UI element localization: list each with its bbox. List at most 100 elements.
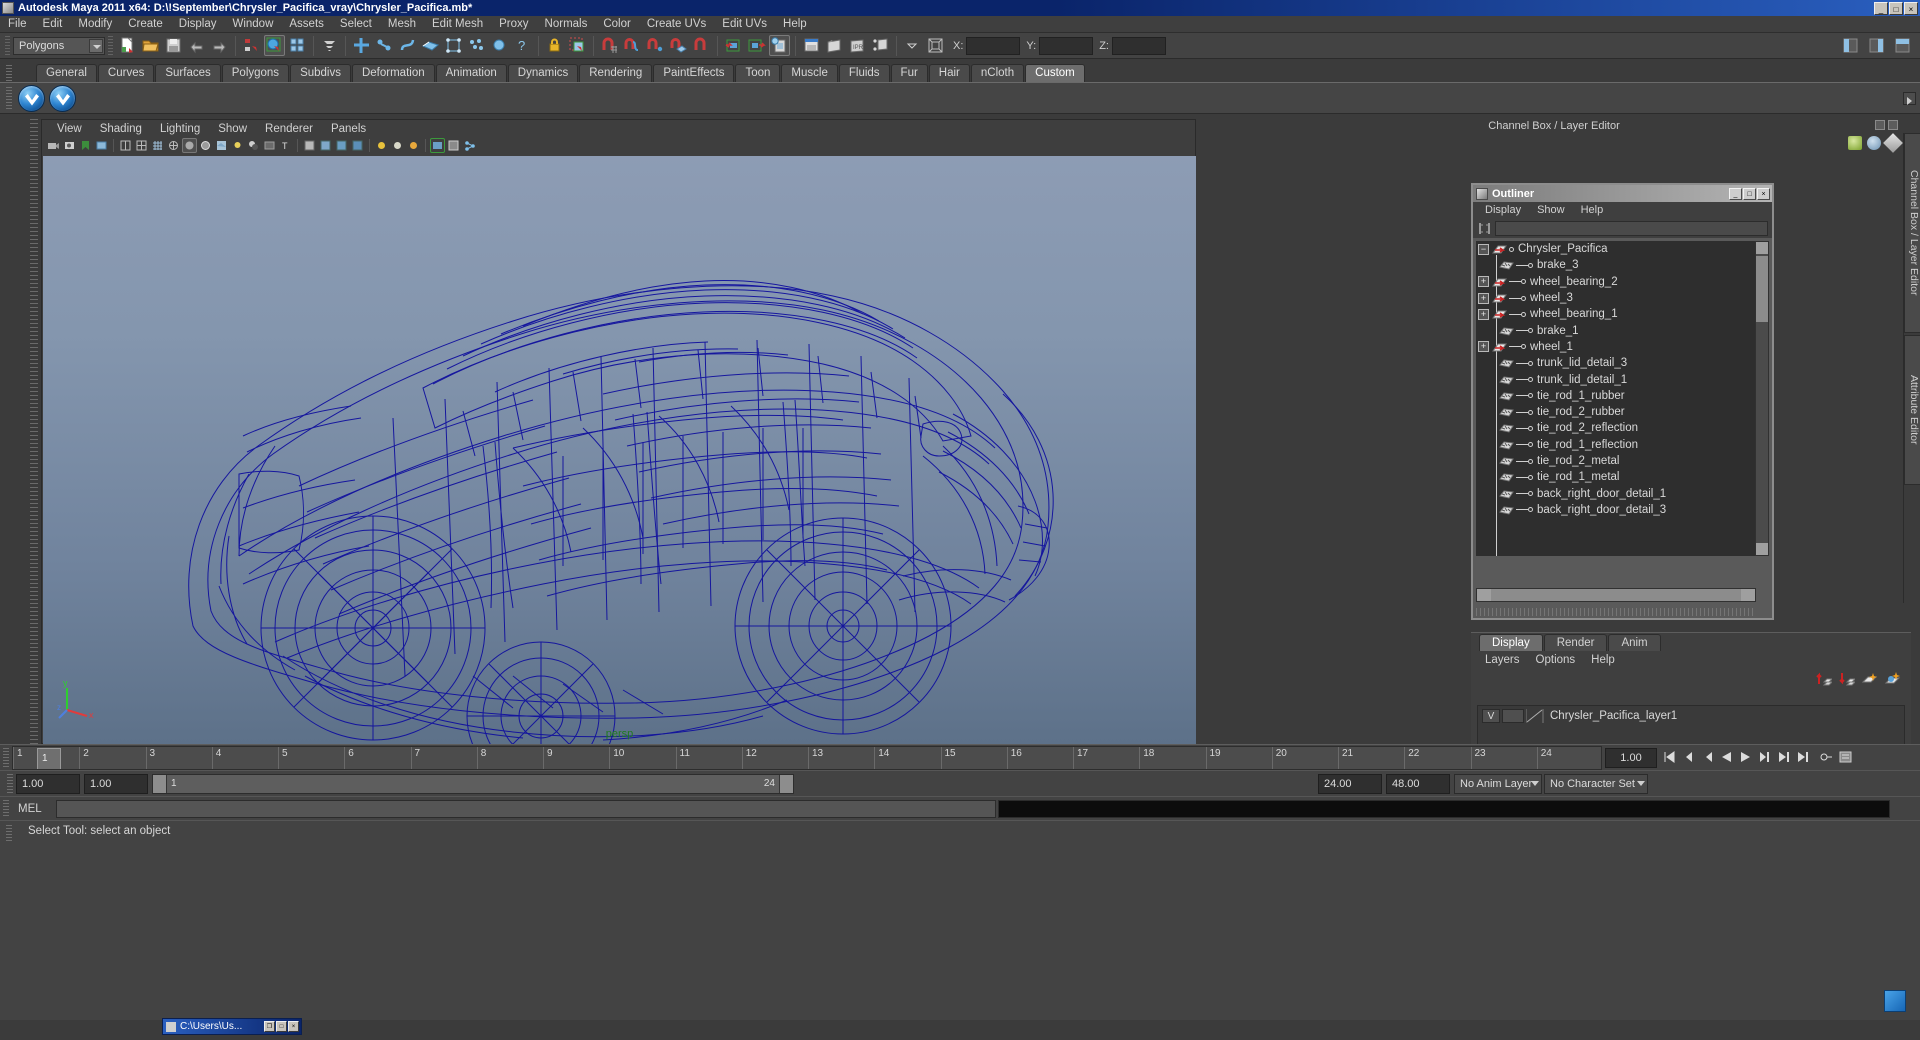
outliner-maximize-button[interactable]: □ [1743,188,1756,200]
show-channel-box-icon[interactable] [1840,35,1861,56]
toolbar-grip[interactable] [5,36,10,56]
outliner-menu-show[interactable]: Show [1529,204,1573,216]
taskbar-chip-buttons[interactable]: ❐ □ × [264,1021,301,1032]
clock-history-icon[interactable] [1867,136,1881,150]
paint-select-icon[interactable] [489,35,510,56]
shelf-tab-custom[interactable]: Custom [1025,64,1085,82]
hilite-icon[interactable] [319,35,340,56]
outliner-row-brake-1[interactable]: brake_1 [1476,322,1756,338]
outliner-row-tie-rod-1-rubber[interactable]: tie_rod_1_rubber [1476,388,1756,404]
share-icon[interactable] [462,138,477,153]
bookmark-icon[interactable] [78,138,93,153]
outliner-menu-help[interactable]: Help [1573,204,1612,216]
shelf-collapse-icon[interactable] [1903,92,1916,105]
menu-window[interactable]: Window [224,16,281,33]
lighting-icon[interactable] [230,138,245,153]
layer-tab-display[interactable]: Display [1479,634,1543,651]
shelf-tab-curves[interactable]: Curves [98,64,154,82]
dock-float-icon[interactable] [1875,120,1885,130]
snap-view-icon[interactable] [691,35,712,56]
expander-plus-icon[interactable]: + [1478,341,1489,352]
outliner-filter-icon[interactable] [1477,221,1492,236]
layer-menu-options[interactable]: Options [1528,654,1584,666]
coord-z-field[interactable] [1112,37,1166,55]
command-line-input[interactable] [56,800,996,818]
range-start-field[interactable]: 1.00 [84,774,148,794]
outliner-row-tie-rod-1-metal[interactable]: tie_rod_1_metal [1476,469,1756,485]
menu-edit[interactable]: Edit [35,16,71,33]
layer-menu-help[interactable]: Help [1583,654,1623,666]
menu-color[interactable]: Color [595,16,638,33]
construction-history-icon[interactable] [769,35,790,56]
step-forward-frame-icon[interactable] [1756,748,1773,768]
menu-edit-mesh[interactable]: Edit Mesh [424,16,491,33]
render-settings-icon[interactable] [870,35,891,56]
range-end-field[interactable]: 24.00 [1318,774,1382,794]
snap-grid-icon[interactable] [599,35,620,56]
step-forward-key-icon[interactable] [1775,748,1792,768]
snap-projected-icon[interactable] [668,35,689,56]
rotate-icon[interactable] [374,35,395,56]
shelf-tab-rendering[interactable]: Rendering [579,64,652,82]
ipr-render-icon[interactable]: IPR [847,35,868,56]
outliner-row-back-right-door-detail-1[interactable]: back_right_door_detail_1 [1476,485,1756,501]
snap-point-icon[interactable] [645,35,666,56]
render-view-icon[interactable] [801,35,822,56]
animation-start-field[interactable]: 1.00 [16,774,80,794]
layer-menu-layers[interactable]: Layers [1477,654,1528,666]
time-slider-track[interactable]: 1 12345678910111213141516171819202122232… [12,746,1602,770]
menu-file[interactable]: File [0,16,35,33]
select-by-object-icon[interactable] [264,35,285,56]
soft-select-icon[interactable] [420,35,441,56]
camera-attributes-icon[interactable] [62,138,77,153]
outliner-window-controls[interactable]: _ □ × [1729,188,1772,200]
menu-modify[interactable]: Modify [70,16,120,33]
render-current-frame-icon[interactable] [824,35,845,56]
marquee-icon[interactable] [567,35,588,56]
anim-layer-selector[interactable]: No Anim Layer [1454,774,1542,794]
grab-icon[interactable] [446,138,461,153]
menu-assets[interactable]: Assets [281,16,332,33]
undo-icon[interactable] [186,35,207,56]
chip-close-button[interactable]: × [288,1021,299,1032]
shelf-tab-general[interactable]: General [36,64,97,82]
shelf-tab-polygons[interactable]: Polygons [222,64,289,82]
highquality-icon[interactable] [350,138,365,153]
select-camera-icon[interactable] [46,138,61,153]
outliner-row-tie-rod-2-metal[interactable]: tie_rod_2_metal [1476,453,1756,469]
coord-y-field[interactable] [1039,37,1093,55]
play-backwards-icon[interactable] [1718,748,1735,768]
chip-restore-button[interactable]: ❐ [264,1021,275,1032]
layer-playback-toggle[interactable] [1502,709,1524,723]
outliner-row-back-right-door-detail-3[interactable]: back_right_door_detail_3 [1476,502,1756,518]
isolate-icon[interactable] [302,138,317,153]
outliner-row-wheel-bearing-1[interactable]: + wheel_bearing_1 [1476,306,1756,322]
question-icon[interactable]: ? [512,35,533,56]
menu-select[interactable]: Select [332,16,380,33]
chevron-down-icon-2[interactable] [902,35,923,56]
close-button[interactable]: × [1904,2,1918,15]
character-set-selector[interactable]: No Character Set [1544,774,1648,794]
shelf-tab-fluids[interactable]: Fluids [839,64,890,82]
scroll-up-icon[interactable] [1756,242,1768,254]
output-connections-icon[interactable] [746,35,767,56]
new-scene-icon[interactable] [117,35,138,56]
shelf-tab-animation[interactable]: Animation [436,64,507,82]
wireframe-icon[interactable] [166,138,181,153]
lock-icon[interactable] [544,35,565,56]
vertical-tab-attribute-editor[interactable]: Attribute Editor [1904,335,1920,485]
layer-tab-render[interactable]: Render [1544,634,1608,651]
animation-end-field[interactable]: 48.00 [1386,774,1450,794]
viewport-menu-view[interactable]: View [48,123,91,135]
menu-help[interactable]: Help [775,16,815,33]
outliner-close-button[interactable]: × [1757,188,1770,200]
viewport-canvas[interactable]: y x z persp [43,156,1196,744]
scroll-left-icon[interactable] [1477,589,1491,601]
outliner-row-chrysler-pacifica[interactable]: − Chrysler_Pacifica [1476,241,1756,257]
outliner-horizontal-scrollbar[interactable] [1476,588,1756,602]
shelf-tab-grip[interactable] [6,65,12,81]
snap-curve-icon[interactable] [622,35,643,56]
step-back-key-icon[interactable] [1680,748,1697,768]
bake-icon[interactable] [430,138,445,153]
twopane-icon[interactable] [118,138,133,153]
